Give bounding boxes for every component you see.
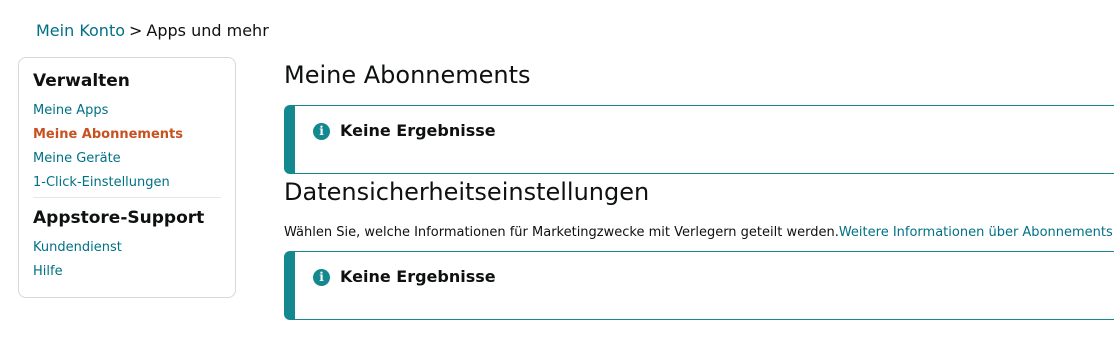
sidebar-heading-appstore-support: Appstore-Support: [33, 208, 205, 228]
breadcrumb: Mein Konto > Apps und mehr: [36, 20, 269, 42]
sidebar-support-list: Kundendienst Hilfe: [33, 236, 221, 284]
main-content: Meine Abonnements i Keine Ergebnisse Dat…: [284, 0, 1114, 346]
sidebar-item-my-devices: Meine Geräte: [33, 147, 221, 171]
sidebar-link-my-devices[interactable]: Meine Geräte: [33, 151, 121, 166]
sidebar-link-help[interactable]: Hilfe: [33, 264, 63, 279]
privacy-description: Wählen Sie, welche Informationen für Mar…: [284, 224, 1113, 242]
sidebar-manage-list: Meine Apps Meine Abonnements Meine Gerät…: [33, 99, 221, 195]
sidebar-item-customer-service: Kundendienst: [33, 236, 221, 260]
sidebar-link-1-click-settings[interactable]: 1-Click-Einstellungen: [33, 175, 170, 190]
sidebar-item-my-apps: Meine Apps: [33, 99, 221, 123]
sidebar: Verwalten Meine Apps Meine Abonnements M…: [18, 57, 236, 298]
subscriptions-title: Meine Abonnements: [284, 61, 531, 89]
breadcrumb-link-my-account[interactable]: Mein Konto: [36, 21, 125, 40]
privacy-alert-text: Keine Ergebnisse: [340, 267, 496, 286]
sidebar-item-my-subscriptions: Meine Abonnements: [33, 123, 221, 147]
subscriptions-info-link[interactable]: Weitere Informationen über Abonnements: [839, 225, 1113, 240]
subscriptions-alert-text: Keine Ergebnisse: [340, 121, 496, 140]
info-icon: i: [313, 123, 330, 140]
subscriptions-no-results-alert: i Keine Ergebnisse: [284, 105, 1114, 174]
privacy-settings-title: Datensicherheitseinstellungen: [284, 178, 650, 206]
sidebar-link-my-apps[interactable]: Meine Apps: [33, 103, 108, 118]
sidebar-link-my-subscriptions[interactable]: Meine Abonnements: [33, 127, 183, 142]
privacy-no-results-alert: i Keine Ergebnisse: [284, 251, 1114, 320]
breadcrumb-separator: >: [129, 21, 143, 40]
sidebar-item-1-click-settings: 1-Click-Einstellungen: [33, 171, 221, 195]
breadcrumb-current: Apps und mehr: [146, 21, 269, 40]
sidebar-link-customer-service[interactable]: Kundendienst: [33, 240, 122, 255]
info-icon: i: [313, 269, 330, 286]
sidebar-item-help: Hilfe: [33, 260, 221, 284]
sidebar-divider: [33, 197, 221, 198]
sidebar-heading-manage: Verwalten: [33, 71, 130, 91]
privacy-description-text: Wählen Sie, welche Informationen für Mar…: [284, 225, 839, 240]
